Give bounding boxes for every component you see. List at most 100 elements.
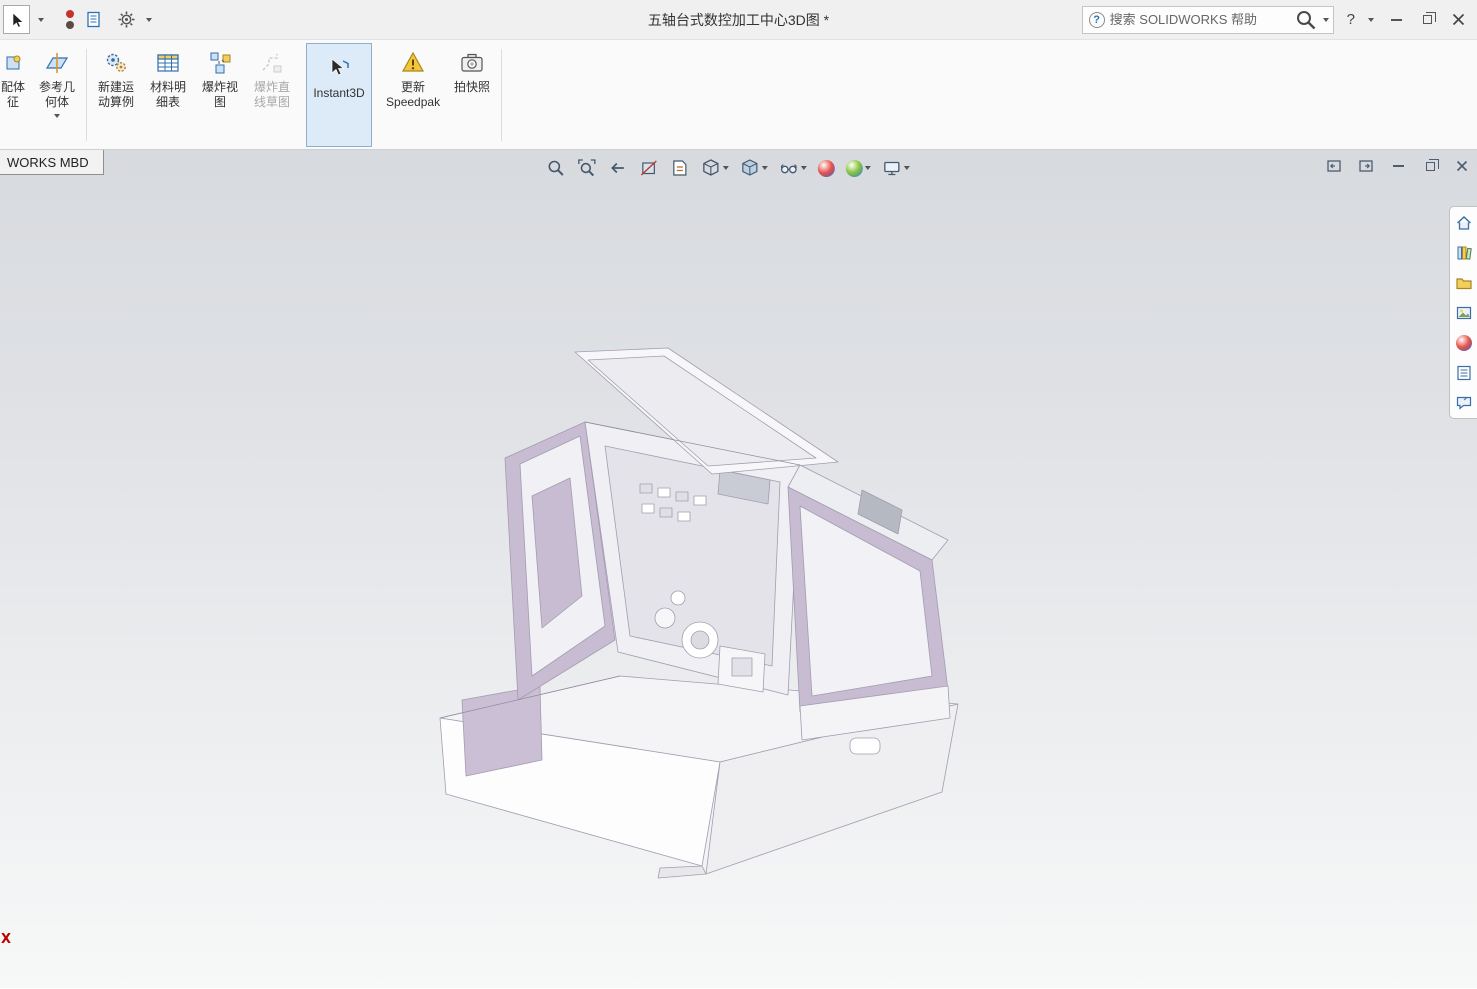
- ribbon-toolbar: 配体 征 参考几 何体 新建运 动算例 材料明 细表 爆炸视 图: [0, 40, 1477, 150]
- home-icon: [1455, 214, 1473, 232]
- graphics-viewport[interactable]: WORKS MBD: [0, 150, 1477, 988]
- select-tool-dropdown[interactable]: [38, 18, 44, 22]
- gear-icon[interactable]: [114, 8, 138, 32]
- help-circle-icon: [1089, 12, 1105, 28]
- section-view-button[interactable]: [634, 155, 662, 181]
- view-settings-dropdown[interactable]: [903, 166, 909, 170]
- view-orientation-icon: [700, 158, 720, 178]
- taskpane-view-palette[interactable]: [1453, 302, 1475, 323]
- search-dropdown[interactable]: [1323, 18, 1329, 22]
- taskpane-custom-properties[interactable]: [1453, 362, 1475, 383]
- minimize-icon: [1393, 165, 1404, 167]
- appearance-ball-icon: [1456, 335, 1472, 351]
- dynamic-annotation-views-icon: [669, 158, 689, 178]
- explode-line-sketch-icon: [259, 48, 285, 78]
- apply-scene-button[interactable]: [841, 157, 874, 180]
- ribbon-button-exploded-view[interactable]: 爆炸视 图: [194, 43, 246, 147]
- taskpane-appearances-scenes[interactable]: [1453, 332, 1475, 353]
- bom-table-icon: [155, 48, 181, 78]
- ribbon-button-new-motion-study[interactable]: 新建运 动算例: [90, 43, 142, 147]
- reference-geometry-icon: [44, 48, 70, 78]
- triad-x-axis-label: X: [1, 932, 11, 947]
- hide-show-items-icon: [778, 158, 798, 178]
- assembly-features-icon: [1, 48, 25, 78]
- chat-bubble-icon: [1455, 394, 1473, 412]
- dynamic-annotation-views-button[interactable]: [665, 155, 693, 181]
- hide-show-items-button[interactable]: [774, 155, 810, 181]
- display-style-dropdown[interactable]: [761, 166, 767, 170]
- taskpane-solidworks-resources[interactable]: [1453, 212, 1475, 233]
- close-icon: [1452, 13, 1465, 26]
- ribbon-button-bill-of-materials[interactable]: 材料明 细表: [142, 43, 194, 147]
- properties-list-icon: [1455, 364, 1473, 382]
- ribbon-separator: [501, 49, 502, 141]
- restore-icon: [1423, 15, 1432, 24]
- instant3d-icon: [326, 54, 352, 84]
- taskpane-file-explorer[interactable]: [1453, 272, 1475, 293]
- ribbon-button-reference-geometry[interactable]: 参考几 何体: [31, 43, 83, 147]
- ribbon-button-take-snapshot[interactable]: 拍快照: [446, 43, 498, 147]
- panel-right-icon: [1358, 158, 1374, 174]
- close-button[interactable]: [1449, 11, 1467, 29]
- task-pane: [1449, 206, 1477, 419]
- panel-left-button[interactable]: [1325, 157, 1343, 175]
- view-settings-icon: [881, 158, 901, 178]
- update-speedpak-icon: [400, 48, 426, 78]
- view-settings-button[interactable]: [877, 155, 913, 181]
- quick-access-dropdown[interactable]: [146, 18, 152, 22]
- image-icon: [1455, 304, 1473, 322]
- help-search-box[interactable]: [1082, 6, 1334, 34]
- reference-geometry-dropdown[interactable]: [54, 114, 60, 118]
- ribbon-button-update-speedpak[interactable]: 更新 Speedpak: [380, 43, 446, 147]
- search-input[interactable]: [1110, 12, 1289, 27]
- select-cursor-icon: [8, 11, 26, 29]
- tab-solidworks-mbd[interactable]: WORKS MBD: [0, 150, 104, 175]
- section-view-icon: [638, 158, 658, 178]
- zoom-to-area-icon: [576, 158, 596, 178]
- document-restore-button[interactable]: [1421, 157, 1439, 175]
- ribbon-button-explode-line-sketch: 爆炸直 线草图: [246, 43, 298, 147]
- status-dots-icon: [66, 10, 74, 29]
- zoom-to-area-button[interactable]: [572, 155, 600, 181]
- select-tool-button[interactable]: [3, 5, 30, 34]
- edit-appearance-button[interactable]: [813, 157, 838, 180]
- view-orientation-dropdown[interactable]: [722, 166, 728, 170]
- document-window-controls: [1325, 157, 1471, 175]
- folder-icon: [1455, 274, 1473, 292]
- books-icon: [1455, 244, 1473, 262]
- help-button[interactable]: ?: [1347, 11, 1355, 28]
- cad-model-3d: [420, 346, 980, 906]
- camera-icon: [459, 48, 485, 78]
- panel-left-icon: [1326, 158, 1342, 174]
- zoom-to-fit-button[interactable]: [541, 155, 569, 181]
- title-bar: 五轴台式数控加工中心3D图 * ?: [0, 0, 1477, 40]
- help-dropdown[interactable]: [1368, 18, 1374, 22]
- display-style-icon: [739, 158, 759, 178]
- view-orientation-button[interactable]: [696, 155, 732, 181]
- minimize-icon: [1391, 19, 1402, 21]
- zoom-to-fit-icon: [545, 158, 565, 178]
- previous-view-button[interactable]: [603, 155, 631, 181]
- minimize-button[interactable]: [1387, 11, 1405, 29]
- ribbon-separator: [86, 49, 87, 141]
- search-magnifier-icon[interactable]: [1294, 8, 1318, 32]
- taskpane-solidworks-forum[interactable]: [1453, 392, 1475, 413]
- exploded-view-icon: [207, 48, 233, 78]
- hide-show-items-dropdown[interactable]: [800, 166, 806, 170]
- document-minimize-button[interactable]: [1389, 157, 1407, 175]
- restore-button[interactable]: [1418, 11, 1436, 29]
- tab-label: WORKS MBD: [7, 155, 89, 170]
- document-close-button[interactable]: [1453, 157, 1471, 175]
- headsup-view-toolbar: [541, 155, 913, 181]
- ribbon-button-instant3d[interactable]: Instant3D: [306, 43, 372, 147]
- apply-scene-icon: [845, 160, 862, 177]
- restore-icon: [1426, 162, 1435, 171]
- apply-scene-dropdown[interactable]: [864, 166, 870, 170]
- ribbon-button-assembly-features[interactable]: 配体 征: [0, 43, 31, 147]
- taskpane-design-library[interactable]: [1453, 242, 1475, 263]
- panel-right-button[interactable]: [1357, 157, 1375, 175]
- edit-appearance-icon: [817, 160, 834, 177]
- display-style-button[interactable]: [735, 155, 771, 181]
- motion-study-icon: [103, 48, 129, 78]
- document-icon[interactable]: [82, 8, 106, 32]
